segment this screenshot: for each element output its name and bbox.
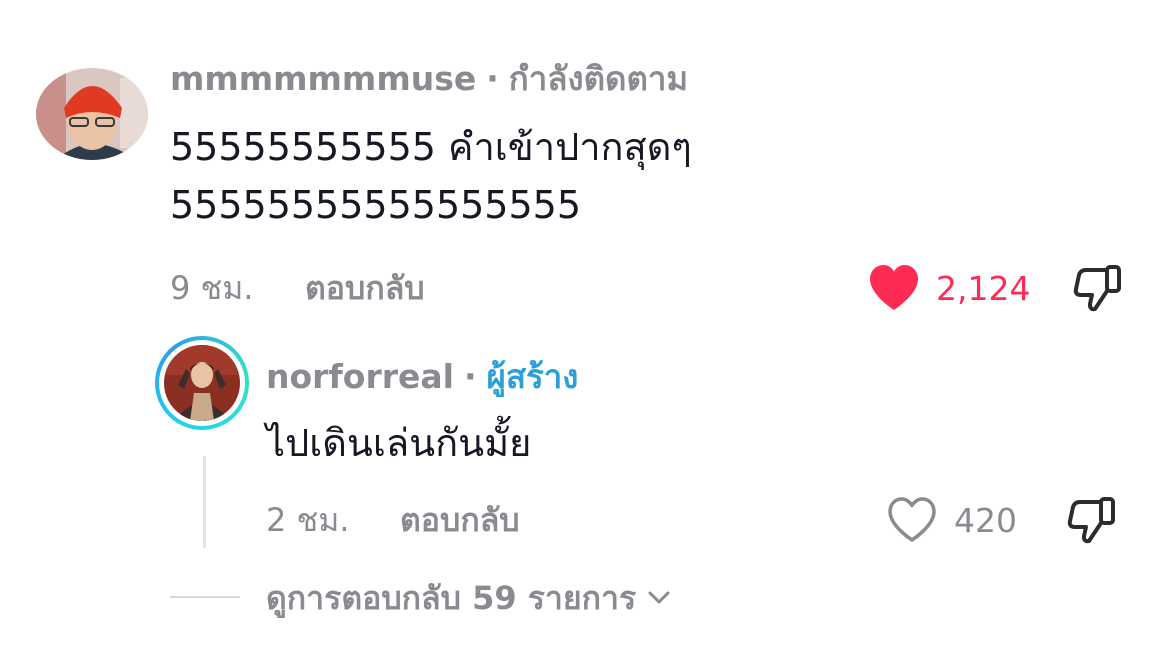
creator-avatar-inner: [159, 340, 245, 426]
comment-like-button[interactable]: 2,124: [868, 258, 1030, 318]
creator-avatar-image: [164, 345, 240, 421]
thumbs-down-icon: [1067, 497, 1115, 544]
comment-dislike-button[interactable]: [1072, 262, 1124, 318]
reply-header-separator: ·: [463, 356, 477, 396]
comment-reply-button[interactable]: ตอบกลับ: [305, 263, 425, 314]
heart-filled-icon: [870, 265, 918, 310]
view-replies-label: ดูการตอบกลับ 59 รายการ: [266, 578, 637, 617]
reply-header: norforreal · ผู้สร้าง: [266, 350, 578, 402]
comment-time: 9 ชม.: [170, 268, 254, 307]
comment-reply-button-wrap: ตอบกลับ: [305, 262, 425, 314]
heart-outline-icon: [888, 497, 936, 542]
comment-text: 55555555555 คำเข้าปากสุดๆ 55555555555555…: [170, 125, 692, 227]
comment-like-count: 2,124: [936, 268, 1031, 308]
reply-text: ไปเดินเล่นกันมั้ย: [266, 421, 532, 465]
commenter-avatar-image: [36, 68, 148, 160]
follow-status: กำลังติดตาม: [508, 58, 689, 98]
reply-like-button[interactable]: 420: [886, 490, 1017, 550]
reply-reply-button-wrap: ตอบกลับ: [400, 494, 520, 546]
comment-header: mmmmmmmuse · กำลังติดตาม: [170, 52, 688, 104]
reply-meta: 2 ชม.: [266, 494, 350, 546]
reply-like-count: 420: [954, 500, 1017, 540]
thumbs-down-icon: [1073, 265, 1121, 312]
reply-time: 2 ชม.: [266, 500, 350, 539]
header-separator: ·: [486, 58, 499, 98]
thread-line: [203, 456, 206, 548]
commenter-avatar[interactable]: [36, 68, 148, 160]
commenter-username[interactable]: mmmmmmmuse: [170, 59, 476, 98]
reply-reply-button[interactable]: ตอบกลับ: [400, 495, 520, 546]
creator-badge: ผู้สร้าง: [486, 356, 579, 396]
creator-avatar-ring[interactable]: [155, 336, 249, 430]
reply-dislike-button[interactable]: [1066, 494, 1118, 550]
reply-username[interactable]: norforreal: [266, 357, 454, 396]
chevron-down-icon: [648, 591, 670, 604]
view-replies-divider: [170, 596, 240, 598]
creator-avatar: [164, 345, 240, 421]
view-replies-button[interactable]: ดูการตอบกลับ 59 รายการ: [266, 574, 672, 622]
comment-meta: 9 ชม.: [170, 262, 254, 314]
